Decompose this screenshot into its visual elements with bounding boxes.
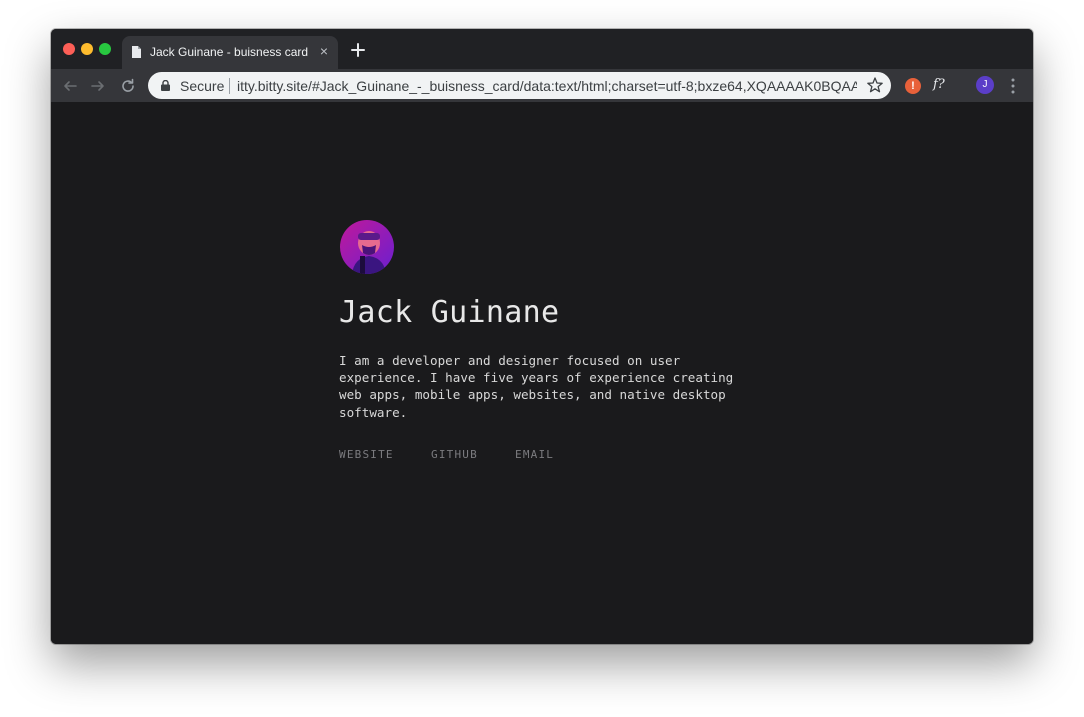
plus-icon[interactable] bbox=[349, 41, 367, 59]
person-name: Jack Guinane bbox=[339, 295, 560, 330]
email-link[interactable]: EMAIL bbox=[515, 448, 554, 461]
bio-line: experience. I have five years of experie… bbox=[339, 370, 734, 386]
kebab-menu-icon[interactable] bbox=[1009, 77, 1017, 95]
browser-window: Jack Guinane - buisness card × Secure it… bbox=[51, 29, 1033, 644]
reload-icon[interactable] bbox=[118, 76, 138, 96]
extension-function-icon[interactable]: f? bbox=[933, 75, 955, 95]
page-content: Jack Guinane I am a developer and design… bbox=[51, 102, 1033, 644]
close-window-icon[interactable] bbox=[63, 43, 75, 55]
bio-line: web apps, mobile apps, websites, and nat… bbox=[339, 387, 726, 403]
browser-toolbar: Secure itty.bitty.site/#Jack_Guinane_-_b… bbox=[51, 69, 1033, 102]
star-icon[interactable] bbox=[866, 76, 884, 94]
bio-line: software. bbox=[339, 404, 408, 420]
bio-line: I am a developer and designer focused on… bbox=[339, 353, 681, 368]
back-arrow-icon[interactable] bbox=[60, 76, 80, 96]
extension-alert-icon[interactable]: ! bbox=[905, 78, 921, 94]
lock-icon bbox=[161, 80, 170, 91]
bio-text: I am a developer and designer focused on… bbox=[339, 352, 769, 421]
tab-strip: Jack Guinane - buisness card × bbox=[51, 29, 1033, 69]
profile-avatar[interactable]: J bbox=[976, 76, 994, 94]
avatar bbox=[340, 220, 394, 274]
document-icon bbox=[132, 46, 141, 58]
forward-arrow-icon[interactable] bbox=[88, 76, 108, 96]
github-link[interactable]: GITHUB bbox=[431, 448, 478, 461]
minimize-window-icon[interactable] bbox=[81, 43, 93, 55]
address-separator bbox=[229, 78, 230, 94]
close-tab-icon[interactable]: × bbox=[316, 43, 332, 59]
browser-tab[interactable]: Jack Guinane - buisness card × bbox=[122, 36, 338, 69]
address-bar[interactable]: Secure itty.bitty.site/#Jack_Guinane_-_b… bbox=[148, 72, 891, 99]
tab-title: Jack Guinane - buisness card bbox=[150, 45, 309, 59]
url-text[interactable]: itty.bitty.site/#Jack_Guinane_-_buisness… bbox=[237, 78, 857, 94]
website-link[interactable]: WEBSITE bbox=[339, 448, 394, 461]
security-label[interactable]: Secure bbox=[180, 78, 224, 94]
zoom-window-icon[interactable] bbox=[99, 43, 111, 55]
